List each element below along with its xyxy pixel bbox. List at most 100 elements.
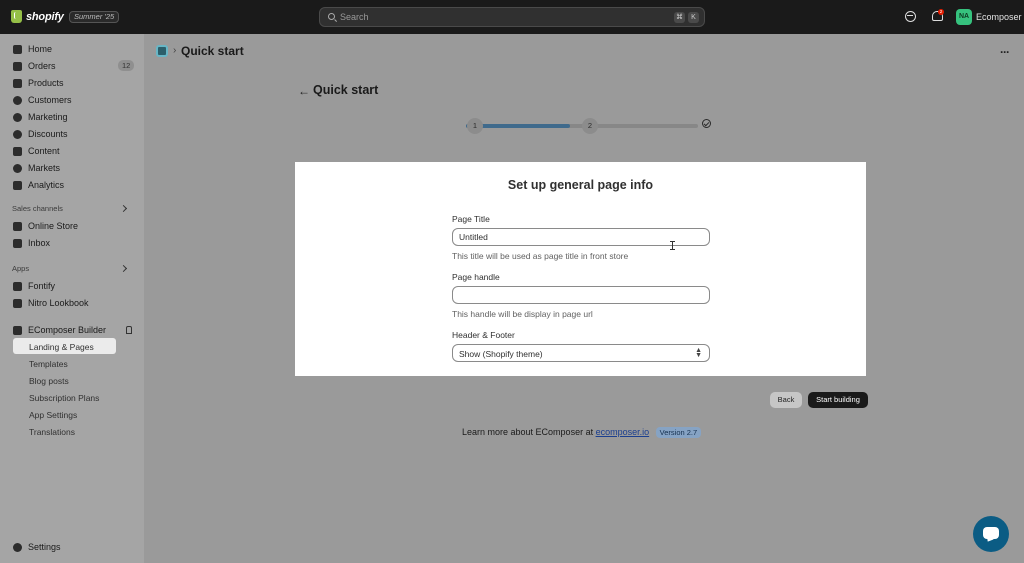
back-arrow-icon[interactable]: ← <box>298 84 310 98</box>
target-icon <box>13 112 22 122</box>
sidebar-item-label: Fontify <box>28 281 56 291</box>
sidebar-item-ecomposer-builder[interactable]: EComposer Builder <box>13 323 106 337</box>
shopify-bag-icon <box>11 10 22 23</box>
sidebar-item-label: EComposer Builder <box>28 325 107 335</box>
tag-icon <box>13 78 22 88</box>
sidebar: Home Orders 12 Products Customers Market… <box>0 34 144 563</box>
globe-icon <box>13 163 22 173</box>
store-icon <box>13 221 22 231</box>
page-title-label: Page Title <box>452 214 490 224</box>
sidebar-item-label: Content <box>28 146 60 156</box>
header-footer-select[interactable]: Show (Shopify theme) ▲ ▼ <box>452 344 710 362</box>
home-icon <box>13 44 22 54</box>
season-badge[interactable]: Summer '25 <box>69 11 120 23</box>
search-placeholder: Search <box>340 12 369 22</box>
step-1-indicator: 1 <box>467 118 483 134</box>
learn-more-prefix: Learn more about EComposer at <box>462 427 594 437</box>
apps-heading[interactable]: Apps <box>12 264 29 273</box>
shopify-logo[interactable]: shopify <box>11 10 64 23</box>
orders-count-badge: 12 <box>118 60 135 71</box>
lookbook-app-icon <box>13 298 22 308</box>
top-bar: shopify Summer '25 Search ⌘ K 2 NA Ecomp… <box>0 0 1024 34</box>
chat-bubble-icon <box>983 527 999 539</box>
gear-icon <box>13 542 22 552</box>
page-handle-input[interactable] <box>452 286 710 304</box>
sidebar-item-label: Inbox <box>28 238 51 248</box>
logo-text: shopify <box>26 10 64 23</box>
page-handle-label: Page handle <box>452 272 500 282</box>
subitem-translations[interactable]: Translations <box>29 427 75 437</box>
inbox-icon <box>13 238 22 248</box>
sidebar-item-label: Marketing <box>28 112 68 122</box>
sidebar-item-label: Customers <box>28 95 72 105</box>
page-title: Quick start <box>313 83 379 97</box>
notification-count: 2 <box>938 9 944 15</box>
subitem-app-settings[interactable]: App Settings <box>29 410 77 420</box>
ecomposer-link[interactable]: ecomposer.io <box>596 427 650 437</box>
main-content: › Quick start ··· ← Quick start 1 2 Set … <box>144 34 1024 563</box>
chevron-right-icon[interactable] <box>119 264 128 273</box>
ecomposer-icon <box>13 325 22 335</box>
header-footer-label: Header & Footer <box>452 330 515 340</box>
avatar[interactable]: NA <box>956 9 972 25</box>
chevron-right-icon[interactable] <box>119 204 128 213</box>
check-circle-icon <box>702 119 711 128</box>
discount-icon <box>13 129 22 139</box>
search-icon <box>328 13 335 20</box>
sidebar-item-label: Settings <box>28 542 61 552</box>
sidebar-item-label: Discounts <box>28 129 68 139</box>
command-key: ⌘ <box>674 12 685 23</box>
modal-title: Set up general page info <box>507 178 654 192</box>
chart-icon <box>13 180 22 190</box>
version-badge: Version 2.7 <box>655 427 702 438</box>
start-building-button[interactable]: Start building <box>808 392 868 408</box>
page-info-modal: Set up general page info Page Title This… <box>295 162 866 376</box>
sidebar-item-label: Products <box>28 78 64 88</box>
sidebar-item-discounts[interactable]: Discounts <box>13 127 68 141</box>
pin-icon[interactable] <box>126 326 132 334</box>
sidebar-item-orders[interactable]: Orders <box>13 59 56 73</box>
sidebar-item-customers[interactable]: Customers <box>13 93 72 107</box>
breadcrumb-separator-icon: › <box>173 45 177 56</box>
sidebar-item-label: Orders <box>28 61 56 71</box>
content-icon <box>13 146 22 156</box>
database-icon[interactable] <box>905 11 916 22</box>
subitem-blog-posts[interactable]: Blog posts <box>29 376 69 386</box>
sidebar-item-fontify[interactable]: Fontify <box>13 279 55 293</box>
text-cursor-icon <box>670 241 677 250</box>
sidebar-item-nitro-lookbook[interactable]: Nitro Lookbook <box>13 296 89 310</box>
person-icon <box>13 95 22 105</box>
sidebar-item-home[interactable]: Home <box>13 42 52 56</box>
sidebar-item-label: Analytics <box>28 180 65 190</box>
chat-button[interactable] <box>973 516 1009 552</box>
learn-more-text: Learn more about EComposer at ecomposer.… <box>462 427 702 438</box>
page-title-help: This title will be used as page title in… <box>452 251 629 261</box>
sidebar-item-label: Home <box>28 44 53 54</box>
sidebar-item-label: Markets <box>28 163 61 173</box>
ecomposer-app-icon <box>156 45 168 57</box>
select-chevron-icon: ▲ ▼ <box>695 347 702 359</box>
sidebar-item-products[interactable]: Products <box>13 76 64 90</box>
orders-icon <box>13 61 22 71</box>
sales-channels-heading[interactable]: Sales channels <box>12 204 63 213</box>
sidebar-item-content[interactable]: Content <box>13 144 60 158</box>
k-key: K <box>688 12 699 23</box>
fontify-app-icon <box>13 281 22 291</box>
store-name[interactable]: Ecomposer <box>976 12 1022 22</box>
sidebar-item-markets[interactable]: Markets <box>13 161 60 175</box>
sidebar-item-marketing[interactable]: Marketing <box>13 110 68 124</box>
sidebar-item-settings[interactable]: Settings <box>13 540 61 554</box>
more-options-icon[interactable]: ··· <box>1000 45 1010 59</box>
subitem-templates[interactable]: Templates <box>29 359 68 369</box>
page-handle-help: This handle will be display in page url <box>452 309 593 319</box>
sidebar-item-inbox[interactable]: Inbox <box>13 236 50 250</box>
subitem-subscription-plans[interactable]: Subscription Plans <box>29 393 99 403</box>
sidebar-item-online-store[interactable]: Online Store <box>13 219 78 233</box>
search-bar[interactable]: Search ⌘ K <box>319 7 705 27</box>
sidebar-item-analytics[interactable]: Analytics <box>13 178 64 192</box>
sidebar-item-label: Online Store <box>28 221 79 231</box>
subitem-landing-pages[interactable]: Landing & Pages <box>29 342 94 352</box>
breadcrumb-title: Quick start <box>181 44 244 58</box>
sidebar-item-label: Nitro Lookbook <box>28 298 89 308</box>
back-button[interactable]: Back <box>770 392 802 408</box>
